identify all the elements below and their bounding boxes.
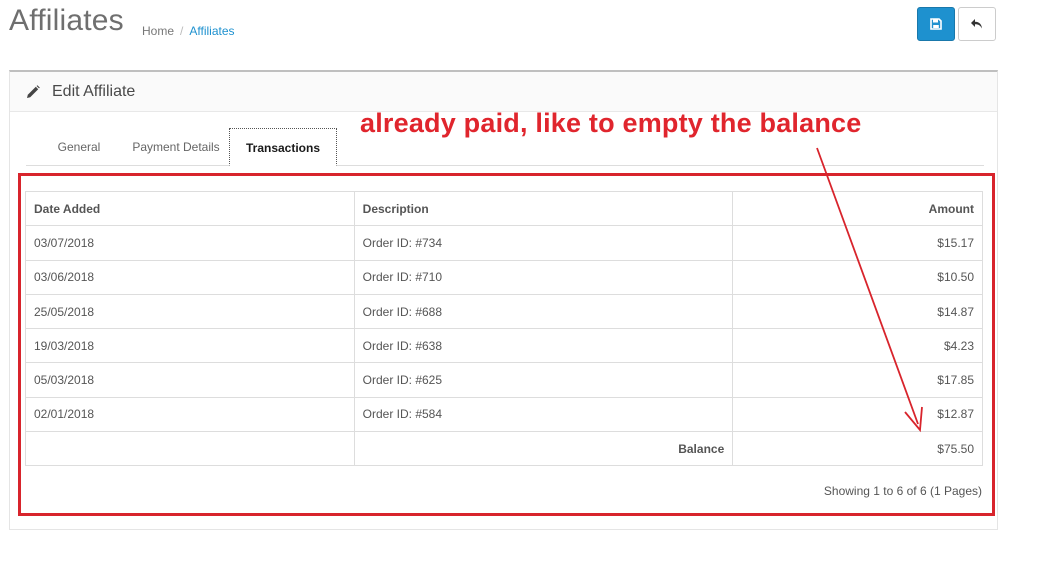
annotation-arrow — [816, 147, 923, 433]
